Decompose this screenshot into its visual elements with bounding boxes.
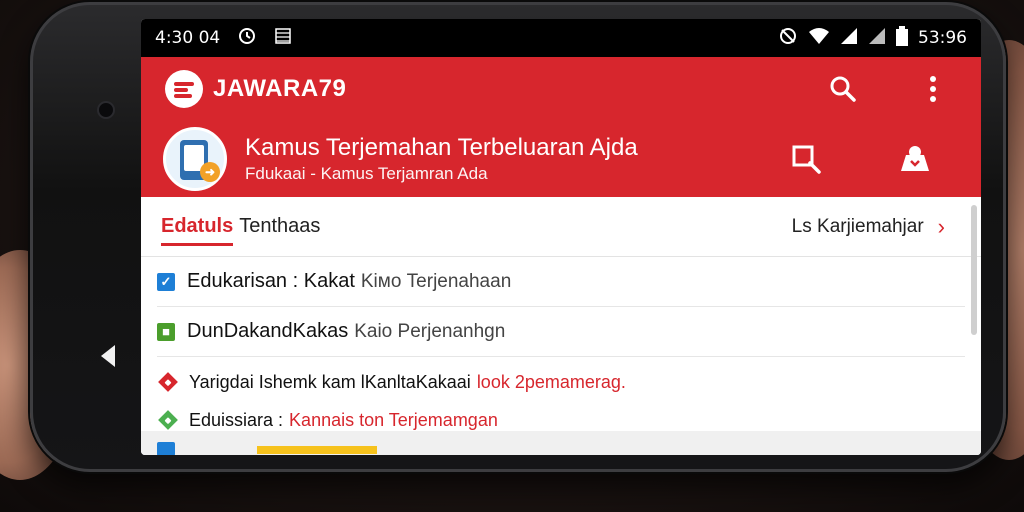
item-secondary: Kaio Perjenanhgn — [354, 320, 506, 342]
item-primary: Eduissiara : — [189, 409, 284, 430]
search-icon[interactable] — [823, 69, 863, 109]
diamond-green-icon — [158, 410, 178, 430]
battery-icon — [896, 25, 908, 51]
notification-icon — [274, 27, 292, 49]
share-icon[interactable] — [895, 139, 935, 179]
item-primary: DunDakandKakas — [187, 320, 349, 342]
phone-screen: 4:30 04 53:96 JAWARA79 ➜ Kamus Terjemaha… — [141, 19, 981, 455]
checkbox-partial-icon — [157, 442, 175, 455]
dnd-icon — [778, 26, 798, 51]
content-area: Edatuls Tenthaas Ls Karjiemahjar › ✓ Edu… — [141, 197, 981, 455]
item-primary: Yarigdai Ishemk kam lKanltaKakaai — [189, 371, 471, 392]
highlight-strip — [257, 446, 377, 454]
scrollbar[interactable] — [971, 205, 977, 335]
alarm-icon — [238, 27, 256, 49]
see-all-label: Ls Karjiemahjar — [791, 215, 924, 237]
page-title: Kamus Terjemahan Terbeluaran Ajda — [245, 133, 638, 161]
item-secondary: look 2pemamerag. — [476, 371, 626, 392]
status-time-right: 53:96 — [918, 28, 967, 48]
tab-other[interactable]: Tenthaas — [239, 215, 320, 238]
app-icon: ➜ — [163, 127, 227, 191]
app-bar-top: JAWARA79 — [141, 57, 981, 121]
signal-icon-2 — [868, 27, 886, 50]
front-camera — [97, 101, 115, 119]
list-item[interactable]: ■ DunDakandKakas Kaio Perjenanhgn — [157, 307, 965, 357]
phone-frame: 4:30 04 53:96 JAWARA79 ➜ Kamus Terjemaha… — [30, 2, 1006, 472]
tab-active[interactable]: Edatuls — [161, 215, 234, 246]
list-item[interactable]: Yarigdai Ishemk kam lKanltaKakaai look 2… — [157, 363, 965, 401]
tab-bar: Edatuls Tenthaas Ls Karjiemahjar › — [141, 197, 981, 257]
see-all-link[interactable]: Ls Karjiemahjar › — [792, 214, 945, 240]
diamond-red-icon — [158, 372, 178, 392]
list-item[interactable]: ✓ Edukarisan : Kakat Kiмо Terjenahaan — [157, 257, 965, 307]
item-list: ✓ Edukarisan : Kakat Kiмо Terjenahaan ■ … — [141, 257, 981, 439]
partial-list-item[interactable] — [141, 431, 981, 455]
item-primary: Edukarisan : Kakat — [187, 270, 355, 292]
checkbox-icon[interactable]: ■ — [157, 322, 175, 341]
status-time-left: 4:30 04 — [155, 28, 221, 48]
item-secondary: Kiмо Terjenahaan — [360, 270, 512, 292]
signal-icon — [840, 27, 858, 50]
more-vert-icon[interactable] — [913, 69, 953, 109]
item-secondary: Kannais ton Terjemamgan — [289, 409, 498, 430]
brand-logo-icon[interactable] — [165, 70, 203, 108]
status-bar: 4:30 04 53:96 — [141, 19, 981, 57]
brand-name: JAWARA79 — [213, 75, 347, 102]
search-square-icon[interactable] — [787, 139, 827, 179]
app-bar: JAWARA79 ➜ Kamus Terjemahan Terbeluaran — [141, 57, 981, 197]
back-nav-icon[interactable] — [101, 345, 115, 367]
checkbox-checked-icon[interactable]: ✓ — [157, 272, 175, 291]
wifi-icon — [808, 27, 830, 50]
app-header: ➜ Kamus Terjemahan Terbeluaran Ajda Fduk… — [141, 121, 981, 197]
chevron-right-icon: › — [937, 213, 945, 239]
page-subtitle: Fdukaai - Kamus Terjamran Ada — [245, 164, 488, 184]
